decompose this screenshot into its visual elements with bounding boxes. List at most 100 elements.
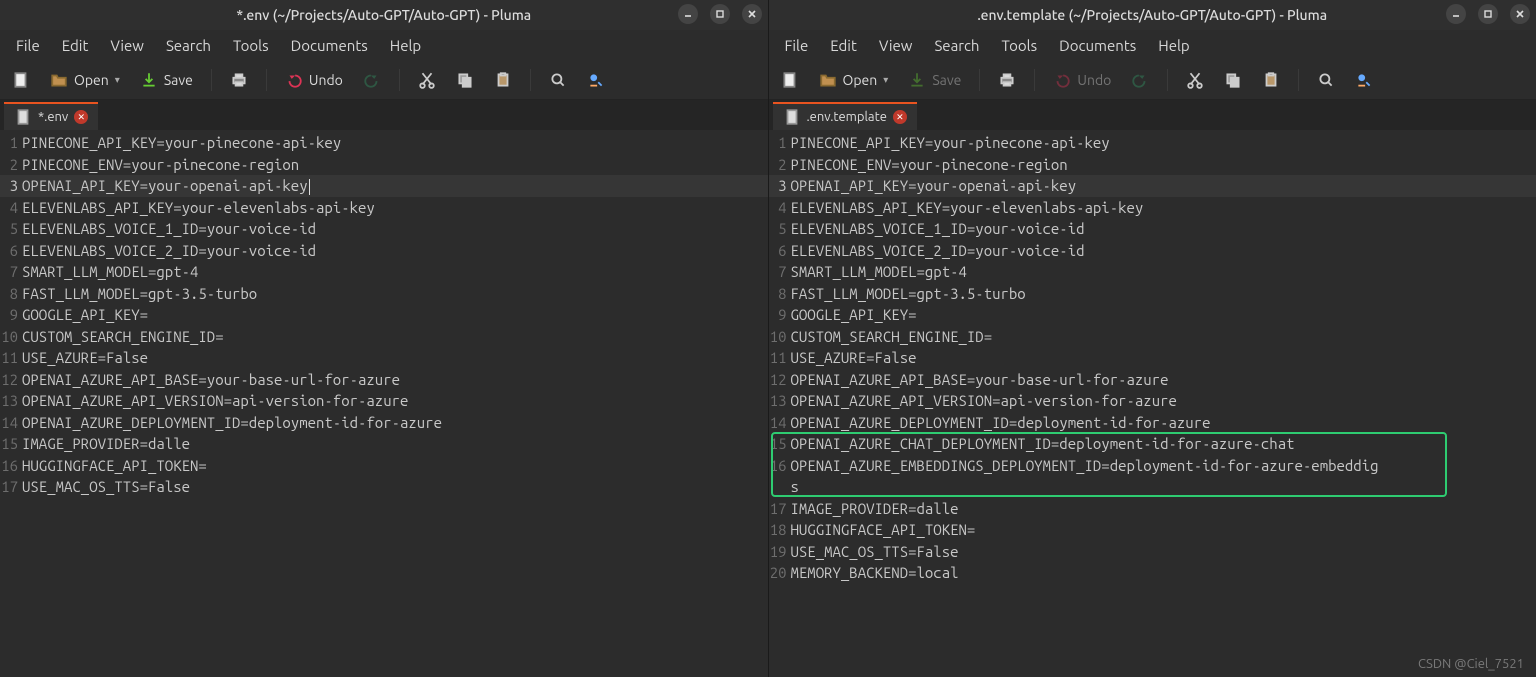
line-number: 5 (769, 218, 791, 240)
editor-line[interactable]: 6ELEVENLABS_VOICE_2_ID=your-voice-id (0, 240, 768, 262)
file-tab[interactable]: .env.template ✕ (773, 102, 917, 130)
menu-file[interactable]: File (775, 33, 819, 58)
new-file-button[interactable] (6, 67, 36, 93)
editor-line[interactable]: 3OPENAI_API_KEY=your-openai-api-key (0, 175, 768, 197)
editor-line[interactable]: 1PINECONE_API_KEY=your-pinecone-api-key (0, 132, 768, 154)
editor-line[interactable]: 1PINECONE_API_KEY=your-pinecone-api-key (769, 132, 1536, 154)
menu-documents[interactable]: Documents (1049, 33, 1146, 58)
menu-search[interactable]: Search (156, 33, 221, 58)
line-number: 13 (769, 390, 791, 412)
editor-line[interactable]: 20MEMORY_BACKEND=local (769, 562, 1536, 584)
editor-line[interactable]: 15IMAGE_PROVIDER=dalle (0, 433, 768, 455)
undo-button[interactable]: Undo (279, 67, 349, 93)
editor-line[interactable]: 14OPENAI_AZURE_DEPLOYMENT_ID=deployment-… (769, 412, 1536, 434)
editor-line[interactable]: 5ELEVENLABS_VOICE_1_ID=your-voice-id (0, 218, 768, 240)
copy-button[interactable] (450, 67, 480, 93)
editor-line[interactable]: 7SMART_LLM_MODEL=gpt-4 (769, 261, 1536, 283)
tabbar: .env.template ✕ (769, 100, 1536, 130)
editor-line[interactable]: 15OPENAI_AZURE_CHAT_DEPLOYMENT_ID=deploy… (769, 433, 1536, 455)
close-button[interactable] (742, 4, 762, 24)
editor-line[interactable]: 4ELEVENLABS_API_KEY=your-elevenlabs-api-… (769, 197, 1536, 219)
find-button[interactable] (543, 67, 573, 93)
editor-line[interactable]: 18HUGGINGFACE_API_TOKEN= (769, 519, 1536, 541)
menu-help[interactable]: Help (1148, 33, 1199, 58)
paste-button[interactable] (488, 67, 518, 93)
open-button[interactable]: Open ▾ (813, 67, 895, 93)
line-number: 17 (769, 498, 791, 520)
editor-line[interactable]: 8FAST_LLM_MODEL=gpt-3.5-turbo (0, 283, 768, 305)
editor-line[interactable]: 11USE_AZURE=False (769, 347, 1536, 369)
editor-line[interactable]: 2PINECONE_ENV=your-pinecone-region (769, 154, 1536, 176)
text-editor[interactable]: 1PINECONE_API_KEY=your-pinecone-api-key2… (0, 130, 768, 677)
editor-line[interactable]: 9GOOGLE_API_KEY= (769, 304, 1536, 326)
line-number: 16 (769, 455, 791, 477)
menu-file[interactable]: File (6, 33, 50, 58)
open-button[interactable]: Open ▾ (44, 67, 126, 93)
titlebar[interactable]: *.env (~/Projects/Auto-GPT/Auto-GPT) - P… (0, 0, 768, 30)
replace-button[interactable] (581, 67, 611, 93)
find-button[interactable] (1311, 67, 1341, 93)
editor-line[interactable]: 12OPENAI_AZURE_API_BASE=your-base-url-fo… (0, 369, 768, 391)
minimize-button[interactable] (1446, 4, 1466, 24)
line-number: 19 (769, 541, 791, 563)
menu-help[interactable]: Help (380, 33, 431, 58)
editor-line[interactable]: 17IMAGE_PROVIDER=dalle (769, 498, 1536, 520)
titlebar[interactable]: .env.template (~/Projects/Auto-GPT/Auto-… (769, 0, 1536, 30)
close-tab-button[interactable]: ✕ (74, 110, 88, 124)
cut-icon (418, 71, 436, 89)
menu-view[interactable]: View (869, 33, 923, 58)
editor-line[interactable]: 16HUGGINGFACE_API_TOKEN= (0, 455, 768, 477)
editor-line[interactable]: 7SMART_LLM_MODEL=gpt-4 (0, 261, 768, 283)
cut-icon (1186, 71, 1204, 89)
editor-line[interactable]: 3OPENAI_API_KEY=your-openai-api-key (769, 175, 1536, 197)
menu-tools[interactable]: Tools (223, 33, 279, 58)
editor-line[interactable]: 4ELEVENLABS_API_KEY=your-elevenlabs-api-… (0, 197, 768, 219)
save-label: Save (164, 72, 193, 88)
replace-button[interactable] (1349, 67, 1379, 93)
menu-tools[interactable]: Tools (992, 33, 1048, 58)
print-button[interactable] (224, 67, 254, 93)
menu-view[interactable]: View (100, 33, 154, 58)
editor-line[interactable]: 14OPENAI_AZURE_DEPLOYMENT_ID=deployment-… (0, 412, 768, 434)
menu-edit[interactable]: Edit (820, 33, 867, 58)
save-button[interactable]: Save (134, 67, 199, 93)
print-button[interactable] (992, 67, 1022, 93)
open-label: Open (74, 72, 109, 88)
cut-button[interactable] (1180, 67, 1210, 93)
copy-button[interactable] (1218, 67, 1248, 93)
copy-icon (456, 71, 474, 89)
menu-edit[interactable]: Edit (52, 33, 99, 58)
editor-line[interactable]: 13OPENAI_AZURE_API_VERSION=api-version-f… (0, 390, 768, 412)
editor-line[interactable]: 13OPENAI_AZURE_API_VERSION=api-version-f… (769, 390, 1536, 412)
editor-line[interactable]: 9GOOGLE_API_KEY= (0, 304, 768, 326)
find-icon (1317, 71, 1335, 89)
editor-line[interactable]: 12OPENAI_AZURE_API_BASE=your-base-url-fo… (769, 369, 1536, 391)
line-content: OPENAI_AZURE_API_BASE=your-base-url-for-… (22, 369, 400, 391)
cut-button[interactable] (412, 67, 442, 93)
menu-documents[interactable]: Documents (281, 33, 378, 58)
editor-line[interactable]: 19USE_MAC_OS_TTS=False (769, 541, 1536, 563)
close-tab-button[interactable]: ✕ (893, 110, 907, 124)
editor-line[interactable]: 6ELEVENLABS_VOICE_2_ID=your-voice-id (769, 240, 1536, 262)
editor-line[interactable]: 10CUSTOM_SEARCH_ENGINE_ID= (769, 326, 1536, 348)
maximize-button[interactable] (1478, 4, 1498, 24)
editor-line[interactable]: 10CUSTOM_SEARCH_ENGINE_ID= (0, 326, 768, 348)
menu-search[interactable]: Search (924, 33, 989, 58)
editor-line[interactable]: 17USE_MAC_OS_TTS=False (0, 476, 768, 498)
editor-line[interactable]: 8FAST_LLM_MODEL=gpt-3.5-turbo (769, 283, 1536, 305)
tab-label: .env.template (807, 110, 887, 124)
tab-label: *.env (38, 110, 68, 124)
editor-line[interactable]: 16OPENAI_AZURE_EMBEDDINGS_DEPLOYMENT_ID=… (769, 455, 1536, 477)
maximize-button[interactable] (710, 4, 730, 24)
minimize-button[interactable] (678, 4, 698, 24)
editor-line[interactable]: 2PINECONE_ENV=your-pinecone-region (0, 154, 768, 176)
redo-button (357, 67, 387, 93)
close-button[interactable] (1510, 4, 1530, 24)
editor-line[interactable]: 5ELEVENLABS_VOICE_1_ID=your-voice-id (769, 218, 1536, 240)
editor-line[interactable]: 11USE_AZURE=False (0, 347, 768, 369)
file-tab[interactable]: *.env ✕ (4, 102, 98, 130)
text-editor[interactable]: 1PINECONE_API_KEY=your-pinecone-api-key2… (769, 130, 1536, 677)
line-number: 9 (769, 304, 791, 326)
paste-button[interactable] (1256, 67, 1286, 93)
new-file-button[interactable] (775, 67, 805, 93)
